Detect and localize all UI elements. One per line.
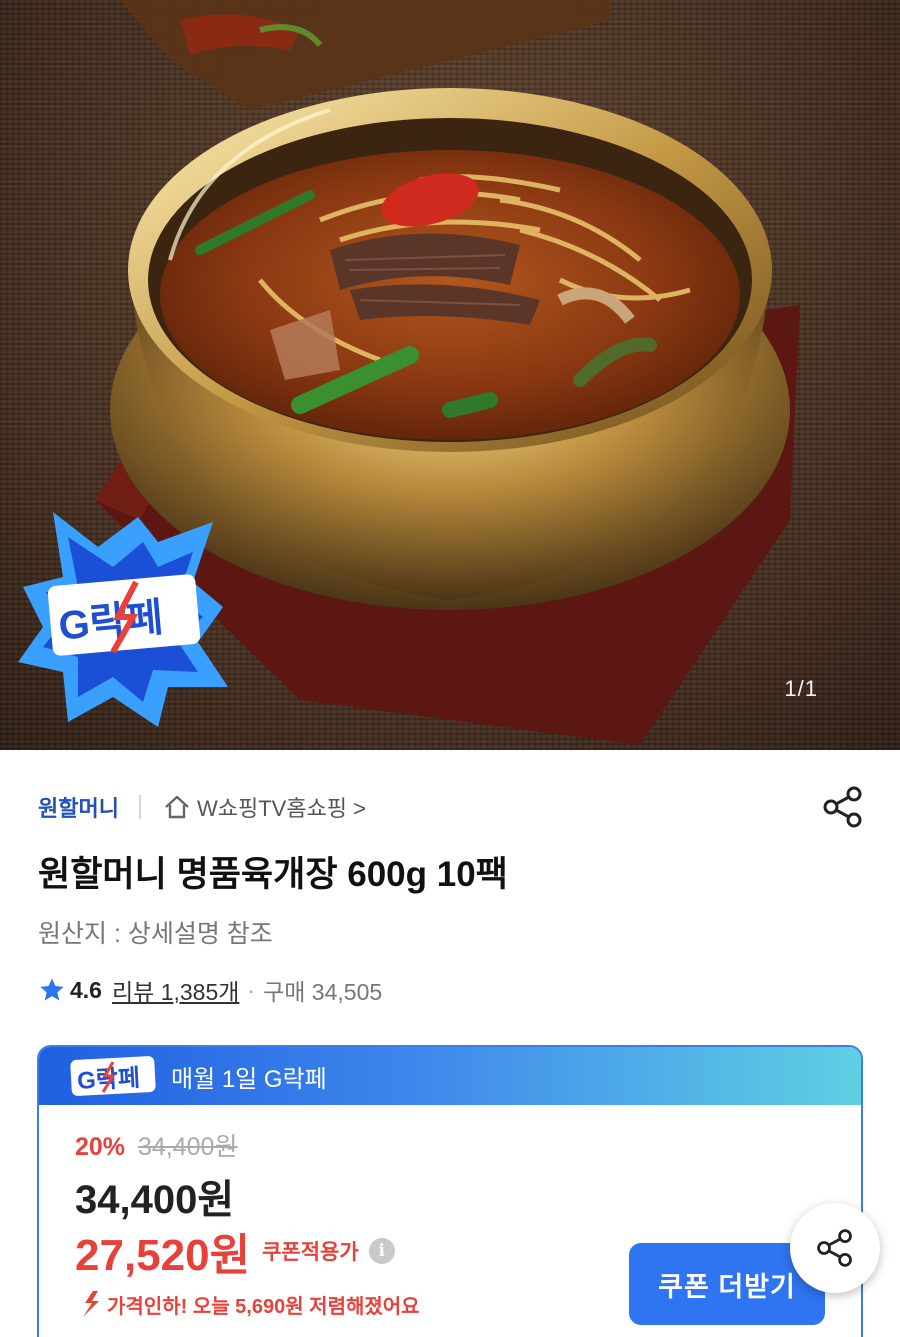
coupon-price: 27,520원 bbox=[75, 1231, 251, 1280]
discount-row: 20% 34,400원 bbox=[75, 1127, 237, 1163]
deal-header-label: 매월 1일 G락페 bbox=[171, 1065, 327, 1093]
image-pager: 1/1 bbox=[784, 676, 818, 701]
star-icon bbox=[40, 978, 64, 1001]
seller-name[interactable]: 원할머니 bbox=[38, 791, 119, 823]
rating-row: 4.6 리뷰 1,385개 · 구매 34,505 bbox=[38, 973, 382, 1007]
review-link[interactable]: 리뷰 1,385개 bbox=[112, 973, 239, 1007]
product-origin: 원산지 : 상세설명 참조 bbox=[38, 920, 273, 948]
rating-score: 4.6 bbox=[70, 976, 102, 1003]
sale-price: 34,400원 bbox=[75, 1178, 235, 1222]
price-drop-row: 가격인하! 오늘 5,690원 저렴해졌어요 bbox=[79, 1289, 420, 1319]
deal-card: G락페 매월 1일 G락페 20% 34,400원 34,400원 27,520… bbox=[37, 1045, 863, 1337]
seller-row: 원할머니 W쇼핑TV홈쇼핑 > bbox=[38, 790, 366, 824]
separator-dot: · bbox=[247, 976, 256, 1003]
svg-text:G락페: G락페 bbox=[57, 596, 165, 649]
original-price: 34,400원 bbox=[138, 1133, 238, 1161]
store-link[interactable]: W쇼핑TV홈쇼핑 > bbox=[163, 791, 366, 823]
divider bbox=[138, 795, 141, 819]
product-title: 원할머니 명품육개장 600g 10팩 bbox=[38, 855, 508, 894]
g-rakpe-badge: G락페 bbox=[18, 512, 228, 727]
share-icon bbox=[817, 1229, 852, 1267]
discount-rate: 20% bbox=[75, 1133, 126, 1161]
price-drop-text: 가격인하! 오늘 5,690원 저렴해졌어요 bbox=[107, 1295, 420, 1318]
arrow-down-icon bbox=[83, 1291, 99, 1317]
home-icon bbox=[165, 795, 189, 819]
deal-header: G락페 매월 1일 G락페 bbox=[39, 1047, 861, 1105]
info-icon[interactable]: i bbox=[368, 1238, 395, 1264]
share-icon[interactable] bbox=[820, 784, 866, 830]
product-image-carousel[interactable]: G락페 1/1 bbox=[0, 0, 900, 750]
coupon-price-row: 27,520원 쿠폰적용가 i bbox=[75, 1219, 395, 1283]
store-link-label: W쇼핑TV홈쇼핑 > bbox=[196, 796, 367, 821]
coupon-price-label: 쿠폰적용가 bbox=[262, 1241, 359, 1264]
floating-share-button[interactable] bbox=[790, 1203, 880, 1293]
purchase-count: 구매 34,505 bbox=[263, 979, 383, 1005]
g-rakpe-mini-badge: G락페 bbox=[70, 1056, 156, 1096]
